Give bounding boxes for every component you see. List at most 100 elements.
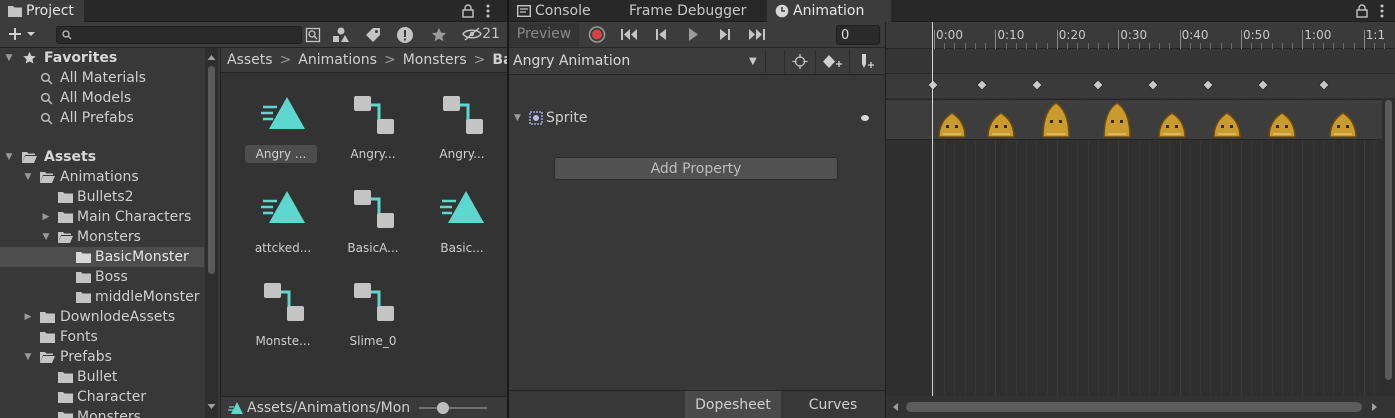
timeline-vertical-scrollbar[interactable] (1382, 98, 1395, 396)
favorite-star-icon[interactable] (428, 24, 450, 45)
tab-animation[interactable]: Animation (767, 0, 891, 22)
playhead[interactable] (932, 22, 933, 404)
tree-item-animations[interactable]: ▼ Animations (0, 167, 204, 187)
tree-item-monsters-prefab[interactable]: Monsters (0, 407, 204, 418)
curves-tab[interactable]: Curves (783, 391, 883, 418)
keyframe-diamond[interactable] (1092, 79, 1104, 91)
scroll-up-arrow-icon[interactable] (205, 52, 218, 64)
tree-item-favorites[interactable]: ▼ Favorites (0, 48, 204, 68)
tree-item-all-materials[interactable]: All Materials (0, 68, 204, 88)
previous-keyframe-button[interactable] (647, 23, 675, 46)
hidden-packages-toggle[interactable]: 21 (460, 24, 502, 45)
keyframe-diamond[interactable] (1257, 79, 1269, 91)
tree-item-fonts[interactable]: Fonts (0, 327, 204, 347)
first-keyframe-button[interactable] (615, 23, 643, 46)
warning-filter-icon[interactable] (394, 24, 416, 45)
preview-toggle[interactable]: Preview (509, 23, 579, 46)
tab-frame-debugger[interactable]: Frame Debugger (613, 0, 767, 22)
expand-arrow-icon[interactable]: ▶ (22, 307, 34, 327)
time-ruler[interactable]: 0:00 0:10 0:20 0:30 0:40 0:50 1:00 1:1 (886, 22, 1395, 49)
breadcrumb-item[interactable]: Ba (492, 52, 507, 68)
sprite-frame-thumbnail[interactable] (1326, 101, 1360, 139)
sprite-frame-thumbnail[interactable] (1210, 101, 1244, 139)
keyframe-diamond[interactable] (1202, 79, 1214, 91)
asset-item[interactable]: Angry... (333, 93, 413, 179)
tree-scrollbar[interactable] (205, 48, 218, 418)
add-event-button[interactable] (849, 50, 879, 73)
tree-item-prefabs[interactable]: ▼ Prefabs (0, 347, 204, 367)
frame-selected-button[interactable] (784, 50, 814, 73)
sprite-frame-thumbnail[interactable] (984, 101, 1018, 139)
project-search-input[interactable] (56, 26, 302, 44)
tab-console[interactable]: Console (509, 0, 613, 22)
summary-keyframe-row[interactable] (886, 74, 1395, 98)
tree-item-bullets2[interactable]: Bullets2 (0, 187, 204, 207)
asset-item[interactable]: Angry ... (243, 93, 323, 179)
lock-icon[interactable] (1356, 0, 1368, 22)
keyframe-dot-icon[interactable] (860, 114, 870, 122)
tree-item-downlode-assets[interactable]: ▶ DownlodeAssets (0, 307, 204, 327)
tree-item-all-prefabs[interactable]: All Prefabs (0, 108, 204, 128)
search-scene-icon[interactable] (302, 24, 324, 45)
tree-item-all-models[interactable]: All Models (0, 88, 204, 108)
dopesheet-tab[interactable]: Dopesheet (685, 391, 781, 418)
asset-item[interactable]: Slime_0 (333, 280, 413, 366)
tab-project[interactable]: Project (0, 0, 84, 22)
event-row[interactable] (886, 49, 1395, 74)
sprite-frame-thumbnail[interactable] (935, 101, 969, 139)
timeline-horizontal-scrollbar-thumb[interactable] (906, 402, 1362, 412)
timeline-vertical-scrollbar-thumb[interactable] (1385, 100, 1392, 380)
play-button[interactable] (679, 23, 707, 46)
timeline-horizontal-scrollbar[interactable] (886, 396, 1395, 418)
breadcrumb-item[interactable]: Animations (298, 52, 377, 68)
tree-item-middle-monster[interactable]: middleMonster (0, 287, 204, 307)
sprite-frame-thumbnail[interactable] (1039, 101, 1073, 139)
sprite-frame-thumbnail[interactable] (1155, 101, 1189, 139)
tree-item-basic-monster[interactable]: BasicMonster (0, 247, 204, 267)
tree-scrollbar-thumb[interactable] (208, 66, 215, 274)
next-keyframe-button[interactable] (711, 23, 739, 46)
asset-item[interactable]: Angry... (422, 93, 502, 179)
tree-item-bullet[interactable]: Bullet (0, 367, 204, 387)
keyframe-diamond[interactable] (927, 79, 939, 91)
sprite-frame-thumbnail[interactable] (1100, 101, 1134, 139)
sprite-frame-thumbnail[interactable] (1265, 101, 1299, 139)
track-area[interactable] (886, 98, 1395, 396)
icon-size-slider[interactable] (419, 402, 487, 414)
property-row-sprite[interactable]: ▼ Sprite (509, 107, 885, 129)
kebab-menu-icon[interactable] (1379, 0, 1385, 22)
lock-icon[interactable] (462, 0, 474, 22)
expand-arrow-icon[interactable]: ▶ (40, 207, 52, 227)
add-keyframe-button[interactable] (815, 50, 845, 73)
expand-arrow-icon[interactable]: ▼ (514, 107, 521, 129)
tree-item-assets[interactable]: ▼ Assets (0, 147, 204, 167)
filter-by-type-icon[interactable] (330, 24, 352, 45)
icon-size-slider-knob[interactable] (436, 402, 449, 414)
expand-arrow-icon[interactable]: ▼ (22, 347, 34, 367)
breadcrumb-item[interactable]: Monsters (403, 52, 467, 68)
expand-arrow-icon[interactable]: ▼ (3, 147, 15, 167)
current-frame-field[interactable] (836, 25, 880, 45)
tree-item-character[interactable]: Character (0, 387, 204, 407)
create-dropdown-button[interactable] (4, 24, 40, 45)
tree-item-boss[interactable]: Boss (0, 267, 204, 287)
record-button[interactable] (583, 23, 611, 46)
asset-item[interactable]: attcked... (243, 187, 323, 273)
asset-item[interactable]: BasicA... (333, 187, 413, 273)
scroll-right-arrow-icon[interactable] (1368, 396, 1380, 418)
kebab-menu-icon[interactable] (485, 0, 491, 22)
scroll-down-arrow-icon[interactable] (205, 400, 218, 412)
filter-by-label-icon[interactable] (362, 24, 384, 45)
expand-arrow-icon[interactable]: ▼ (22, 167, 34, 187)
expand-arrow-icon[interactable]: ▼ (3, 48, 15, 68)
clip-selector-dropdown[interactable]: Angry Animation ▼ (509, 50, 763, 73)
breadcrumb-item[interactable]: Assets (227, 52, 273, 68)
expand-arrow-icon[interactable]: ▼ (40, 227, 52, 247)
scroll-left-arrow-icon[interactable] (890, 396, 902, 418)
tree-item-main-characters[interactable]: ▶ Main Characters (0, 207, 204, 227)
last-keyframe-button[interactable] (743, 23, 771, 46)
asset-item[interactable]: Basic... (422, 187, 502, 273)
sprite-keyframe-track[interactable] (886, 99, 1382, 140)
keyframe-diamond[interactable] (1318, 79, 1330, 91)
keyframe-diamond[interactable] (976, 79, 988, 91)
